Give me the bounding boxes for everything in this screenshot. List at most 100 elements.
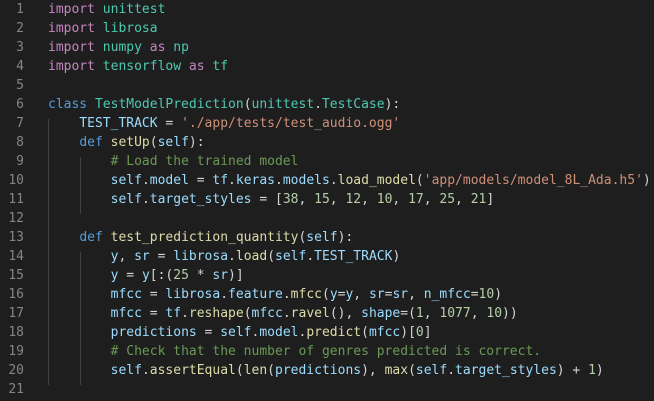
token-kw: import (48, 2, 95, 17)
line-number: 6 (16, 97, 24, 112)
token-txt: . (314, 97, 322, 112)
code-line[interactable]: 8 def setUp(self): (0, 133, 654, 152)
token-var: self (415, 363, 448, 378)
code-line[interactable]: 18 predictions = self.model.predict(mfcc… (0, 323, 654, 342)
token-txt: . (329, 173, 338, 188)
token-txt: , (392, 192, 409, 207)
token-var: mfcc (110, 306, 142, 321)
token-var: y (329, 287, 338, 302)
token-txt: )] (228, 268, 244, 283)
token-txt: ( (243, 97, 252, 112)
token-var: self (110, 192, 142, 207)
token-txt: , (353, 287, 369, 302)
token-var: shape (361, 306, 401, 321)
token-txt: )) (502, 306, 518, 321)
token-txt: . (306, 249, 315, 264)
code-text: # Check that the number of genres predic… (48, 342, 541, 361)
code-line[interactable]: 9 # Load the trained model (0, 152, 654, 171)
token-fn: reshape (188, 306, 244, 321)
token-fn: setUp (110, 135, 150, 150)
token-fn: len (243, 363, 268, 378)
code-line[interactable]: 3 import numpy as np (0, 38, 654, 57)
code-line[interactable]: 19 # Check that the number of genres pre… (0, 342, 654, 361)
token-txt: , (455, 192, 471, 207)
code-text: self.target_styles = [38, 15, 12, 10, 17… (48, 190, 495, 209)
token-var: librosa (173, 249, 229, 264)
line-number: 8 (16, 135, 24, 150)
token-var: self (110, 363, 142, 378)
code-line[interactable]: 21 (0, 380, 654, 399)
token-txt: , (329, 192, 346, 207)
code-line[interactable]: 15 y = y[:(25 * sr)] (0, 266, 654, 285)
code-line[interactable]: 17 mfcc = tf.reshape(mfcc.ravel(), shape… (0, 304, 654, 323)
code-text: TEST_TRACK = './app/tests/test_audio.ogg… (48, 114, 400, 133)
code-line[interactable]: 11 self.target_styles = [38, 15, 12, 10,… (0, 190, 654, 209)
token-txt: = (188, 173, 213, 188)
line-number: 19 (8, 344, 24, 359)
token-num: 10 (478, 287, 495, 302)
token-kw: import (48, 40, 95, 55)
token-num: 10 (376, 192, 393, 207)
code-text: # Load the trained model (48, 152, 299, 171)
code-line[interactable]: 1 import unittest (0, 0, 654, 19)
code-line[interactable]: 6 class TestModelPrediction(unittest.Test… (0, 95, 654, 114)
code-line[interactable]: 13 def test_prediction_quantity(self): (0, 228, 654, 247)
token-def: def (79, 230, 103, 245)
code-text: predictions = self.model.predict(mfcc)[0… (48, 323, 432, 342)
token-txt: ( (408, 363, 416, 378)
code-line[interactable]: 7 TEST_TRACK = './app/tests/test_audio.o… (0, 114, 654, 133)
token-txt: * (188, 268, 213, 283)
code-line[interactable]: 12 (0, 209, 654, 228)
token-txt: . (447, 363, 456, 378)
code-line[interactable]: 16 mfcc = librosa.feature.mfcc(y=y, sr=s… (0, 285, 654, 304)
code-line[interactable]: 4 import tensorflow as tf (0, 57, 654, 76)
code-text: def setUp(self): (48, 133, 205, 152)
token-txt: = (149, 249, 174, 264)
code-line[interactable]: 10 self.model = tf.keras.models.load_mod… (0, 171, 654, 190)
token-var: sr (134, 249, 150, 264)
token-var: TEST_TRACK (79, 116, 158, 131)
token-txt: ( (235, 363, 244, 378)
token-num: 21 (470, 192, 487, 207)
code-text: self.model = tf.keras.models.load_model(… (48, 171, 651, 190)
token-var: librosa (165, 287, 221, 302)
token-txt: ) (642, 173, 651, 188)
token-txt: . (228, 249, 236, 264)
token-txt: ): (188, 135, 205, 150)
token-num: 25 (439, 192, 456, 207)
token-num: 10 (486, 306, 503, 321)
line-number: 5 (16, 78, 24, 93)
token-txt: ( (267, 363, 275, 378)
code-line[interactable]: 5 (0, 76, 654, 95)
token-str: './app/tests/test_audio.ogg' (181, 116, 401, 131)
code-text: self.assertEqual(len(predictions), max(s… (48, 361, 604, 380)
line-number: 9 (16, 154, 24, 169)
token-var: sr (392, 287, 409, 302)
token-var: predictions (110, 325, 197, 340)
token-txt: ): (337, 230, 354, 245)
token-var: mfcc (251, 306, 283, 321)
token-fn: test_prediction_quantity (110, 230, 299, 245)
code-line[interactable]: 20 self.assertEqual(len(predictions), ma… (0, 361, 654, 380)
token-txt: . (282, 287, 291, 302)
token-txt: . (181, 306, 189, 321)
token-txt: =( (400, 306, 416, 321)
token-var: self (110, 173, 142, 188)
line-number: 21 (8, 382, 24, 397)
code-line[interactable]: 2 import librosa (0, 19, 654, 38)
token-txt: ) (595, 363, 604, 378)
code-line[interactable]: 14 y, sr = librosa.load(self.TEST_TRACK) (0, 247, 654, 266)
token-txt: ( (361, 325, 369, 340)
code-editor[interactable]: 1 import unittest 2 import librosa 3 import n… (0, 0, 654, 401)
token-txt: . (228, 173, 236, 188)
token-var: self (157, 135, 189, 150)
token-txt: . (282, 306, 291, 321)
